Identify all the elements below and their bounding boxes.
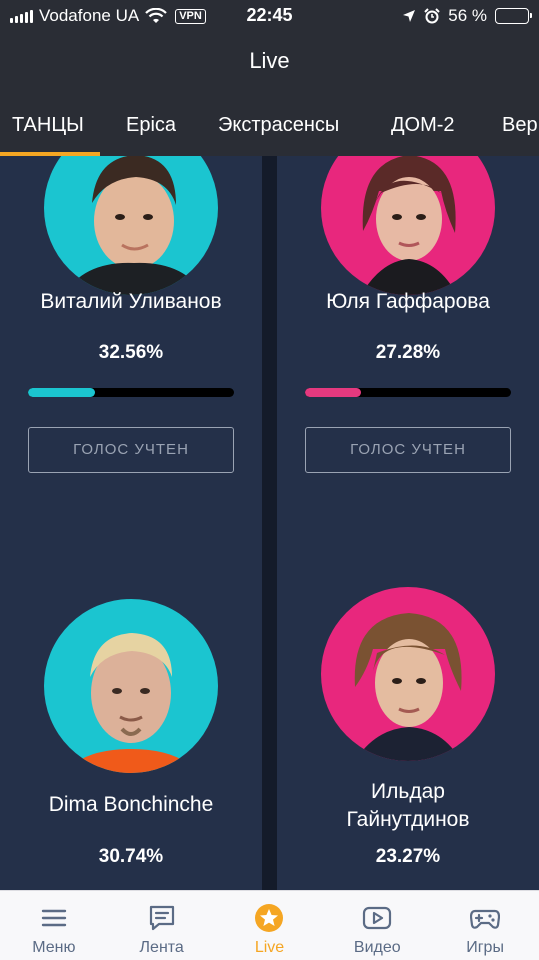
nav-item-video[interactable]: Видео <box>323 891 431 960</box>
feed-icon <box>149 905 174 931</box>
nav-item-games[interactable]: Игры <box>431 891 539 960</box>
wifi-icon <box>145 8 167 23</box>
location-arrow-icon <box>403 10 416 22</box>
top-header: Live <box>0 32 539 90</box>
page-title: Live <box>249 48 290 73</box>
vote-progress-fill <box>305 388 362 397</box>
vote-progress-fill <box>28 388 96 397</box>
contestant-avatar <box>321 587 495 761</box>
status-bar: Vodafone UA VPN 22:45 56 % <box>0 0 539 32</box>
contestant-avatar <box>321 156 495 295</box>
contestant-first-name: Ильдар Гайнутдинов <box>346 780 470 831</box>
gamepad-icon <box>470 909 501 929</box>
contestant-card[interactable]: Dima Bonchinche 30.74% <box>0 555 262 890</box>
tab-dom2[interactable]: ДОМ-2 <box>391 114 455 137</box>
vote-progress-bar <box>305 388 511 397</box>
contestant-avatar <box>44 599 218 773</box>
bottom-navigation: Меню Лента Live Видео Игры <box>0 890 539 960</box>
woman-portrait-icon <box>361 156 457 295</box>
man-portrait-icon <box>64 633 198 773</box>
contestant-name: Виталий Уливанов <box>40 290 222 313</box>
nav-item-menu[interactable]: Меню <box>0 891 108 960</box>
man-portrait-icon <box>354 613 462 761</box>
contestant-name: Юля Гаффарова <box>326 290 490 313</box>
nav-item-live[interactable]: Live <box>216 891 324 960</box>
tab-dances[interactable]: ТАНЦЫ <box>12 114 84 137</box>
nav-label: Меню <box>32 939 76 956</box>
nav-label: Live <box>254 939 285 956</box>
vote-progress-bar <box>28 388 234 397</box>
vote-percent: 30.74% <box>98 846 164 867</box>
contestant-card[interactable]: Ильдар Гайнутдинов 23.27% <box>277 555 539 890</box>
nav-label: Лента <box>139 939 184 956</box>
contestant-avatar <box>44 156 218 295</box>
star-icon <box>255 904 284 932</box>
vote-counted-button[interactable]: ГОЛОС УЧТЕН <box>28 427 234 473</box>
signal-icon <box>10 9 33 23</box>
vote-percent: 23.27% <box>375 846 441 867</box>
nav-label: Игры <box>466 939 504 956</box>
contestants-grid: Виталий Уливанов 32.56% ГОЛОС УЧТЕН Юля … <box>0 156 539 890</box>
contestant-name: Ильдар Гайнутдинов <box>277 778 539 834</box>
nav-item-feed[interactable]: Лента <box>108 891 216 960</box>
vote-percent: 27.28% <box>375 342 441 363</box>
battery-icon <box>495 8 532 24</box>
contestant-name: Dima Bonchinche <box>48 793 214 816</box>
nav-label: Видео <box>353 939 401 956</box>
carrier-name: Vodafone UA <box>39 6 140 25</box>
vote-counted-button[interactable]: ГОЛОС УЧТЕН <box>305 427 511 473</box>
tab-psychics[interactable]: Экстрасенсы <box>218 114 339 137</box>
menu-icon <box>41 909 67 927</box>
vote-percent: 32.56% <box>98 342 164 363</box>
alarm-clock-icon <box>424 8 440 24</box>
tab-more[interactable]: Вер <box>502 114 538 137</box>
vpn-badge: VPN <box>175 8 206 24</box>
man-portrait-icon <box>64 156 204 295</box>
video-icon <box>363 906 392 930</box>
tab-epica[interactable]: Epica <box>126 114 176 137</box>
category-tabs: ТАНЦЫ Epica Экстрасенсы ДОМ-2 Вер <box>0 90 539 156</box>
battery-percent: 56 % <box>448 6 487 25</box>
